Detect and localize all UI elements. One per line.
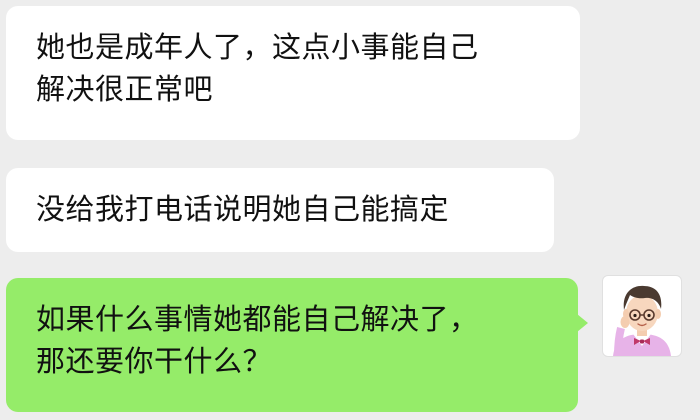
message-text-line: 那还要你干什么？ (36, 344, 273, 378)
avatar[interactable] (602, 275, 682, 357)
incoming-message-bubble[interactable]: 她也是成年人了，这点小事能自己 解决很正常吧 (6, 6, 580, 140)
outgoing-message-bubble[interactable]: 如果什么事情她都能自己解决了， 那还要你干什么？ (6, 278, 588, 412)
incoming-message-bubble[interactable]: 没给我打电话说明她自己能搞定 (6, 168, 554, 252)
message-text-line: 如果什么事情她都能自己解决了， (36, 302, 479, 336)
chat-message-area: 她也是成年人了，这点小事能自己 解决很正常吧 没给我打电话说明她自己能搞定 如果… (0, 0, 700, 420)
message-text-line: 她也是成年人了，这点小事能自己 (36, 30, 479, 64)
cartoon-man-glasses-bowtie-avatar-icon (613, 285, 671, 356)
message-text-line: 解决很正常吧 (36, 72, 214, 106)
message-text-line: 没给我打电话说明她自己能搞定 (36, 192, 450, 226)
